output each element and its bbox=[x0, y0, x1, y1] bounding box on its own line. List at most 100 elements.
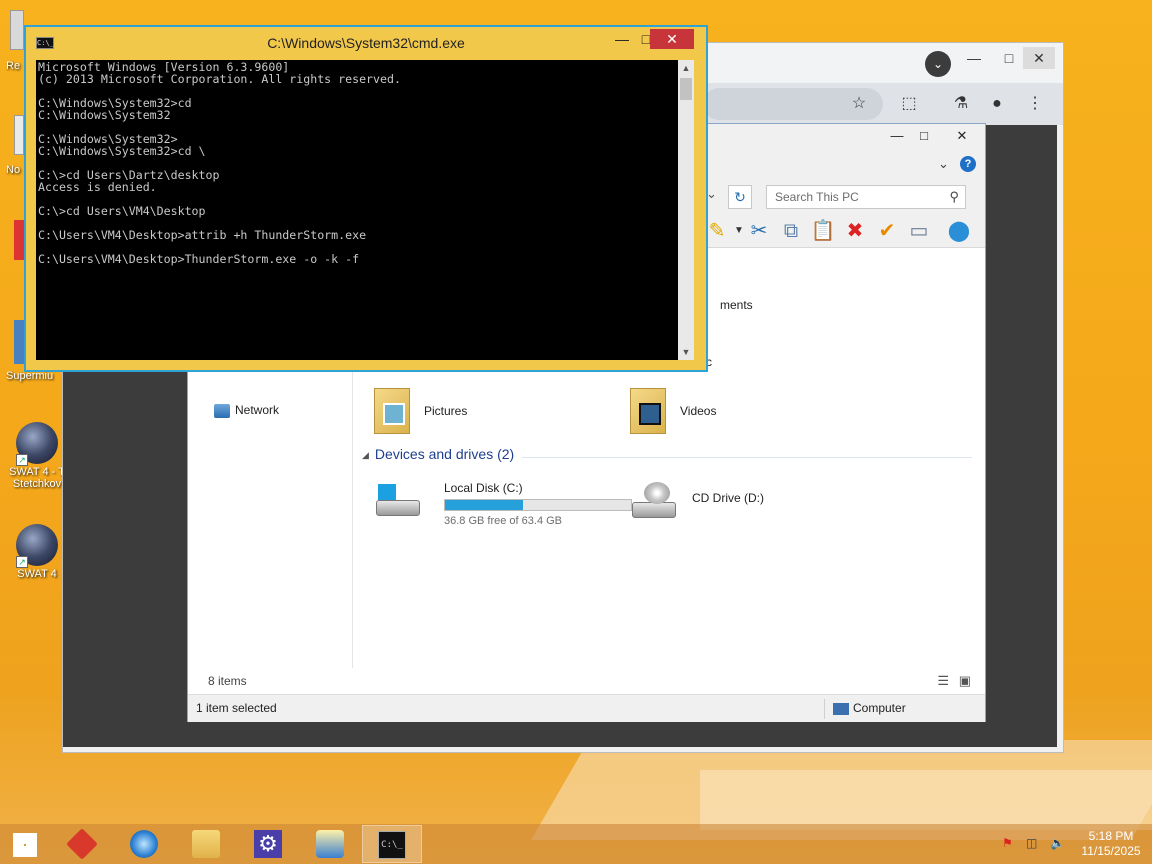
status-divider bbox=[824, 699, 825, 719]
zone-status: Computer bbox=[833, 701, 906, 715]
recycle-bin-icon[interactable] bbox=[10, 10, 24, 50]
windows-logo-icon bbox=[378, 484, 396, 500]
folder-icon bbox=[192, 830, 220, 858]
shortcut-arrow-icon: ↗ bbox=[16, 556, 28, 568]
drive-usage-bar bbox=[444, 499, 632, 511]
drive-cd-d[interactable]: CD Drive (D:) bbox=[628, 478, 828, 538]
folder-videos[interactable]: Videos bbox=[630, 388, 830, 438]
clock[interactable]: 5:18 PM 11/15/2025 bbox=[1076, 829, 1146, 859]
network-status-icon[interactable]: ◫ bbox=[1026, 836, 1044, 852]
folder-label: Pictures bbox=[424, 404, 468, 418]
paste-icon[interactable]: 📋 bbox=[810, 218, 836, 244]
browser-minimize-button[interactable]: — bbox=[958, 47, 990, 69]
network-computer-icon bbox=[316, 830, 344, 858]
cmd-window: C:\_ C:\Windows\System32\cmd.exe — □ ✕ M… bbox=[24, 25, 708, 372]
nav-item-network[interactable]: Network bbox=[214, 403, 279, 418]
pictures-folder-icon bbox=[374, 388, 410, 434]
app-icon bbox=[66, 828, 98, 860]
explorer-close-button[interactable]: ✕ bbox=[948, 126, 976, 146]
rename-icon[interactable]: ▭ bbox=[906, 218, 932, 244]
checkmark-icon[interactable]: ✔ bbox=[874, 218, 900, 244]
taskbar: ⚙ C:\_ ⚑ ◫ 🔈 5:18 PM 11/15/2025 bbox=[0, 824, 1152, 864]
computer-icon bbox=[833, 702, 849, 715]
labs-icon[interactable]: ⚗ bbox=[949, 92, 973, 116]
devices-section-header[interactable]: ◢ Devices and drives (2) bbox=[362, 446, 514, 462]
scroll-down-icon[interactable]: ▼ bbox=[678, 344, 694, 360]
items-count: 8 items bbox=[208, 674, 247, 688]
swat4-icon: ↗ bbox=[16, 524, 58, 568]
drive-local-disk-c[interactable]: Local Disk (C:) 36.8 GB free of 63.4 GB bbox=[372, 478, 652, 538]
browser-maximize-button[interactable]: □ bbox=[993, 47, 1025, 69]
cmd-titlebar: C:\_ C:\Windows\System32\cmd.exe — □ ✕ bbox=[26, 27, 706, 61]
explorer-maximize-button[interactable]: □ bbox=[910, 126, 938, 146]
taskbar-browser[interactable] bbox=[114, 825, 174, 863]
refresh-button[interactable]: ↻ bbox=[728, 185, 752, 209]
search-input[interactable]: Search This PC ⚲ bbox=[766, 185, 966, 209]
drive-usage-fill bbox=[445, 500, 524, 510]
taskbar-settings[interactable]: ⚙ bbox=[238, 825, 298, 863]
folder-label: Videos bbox=[680, 404, 717, 418]
network-icon bbox=[214, 403, 230, 418]
large-icons-view-icon[interactable]: ▣ bbox=[959, 673, 971, 688]
section-title: Devices and drives (2) bbox=[374, 446, 515, 462]
bookmark-star-icon[interactable]: ☆ bbox=[847, 92, 871, 116]
app-icon[interactable] bbox=[14, 220, 24, 260]
clock-date: 11/15/2025 bbox=[1081, 844, 1141, 858]
videos-folder-icon bbox=[630, 388, 666, 434]
account-icon[interactable]: ● bbox=[985, 92, 1009, 116]
search-placeholder: Search This PC bbox=[775, 190, 859, 204]
cmd-close-button[interactable]: ✕ bbox=[650, 29, 694, 49]
browser-menu-icon[interactable]: ⋮ bbox=[1023, 92, 1047, 116]
cmd-console[interactable]: Microsoft Windows [Version 6.3.9600] (c)… bbox=[36, 60, 678, 360]
status-bar: 1 item selected Computer bbox=[188, 694, 985, 722]
scroll-thumb[interactable] bbox=[680, 78, 692, 100]
drive-name: CD Drive (D:) bbox=[692, 491, 764, 505]
search-icon: ⚲ bbox=[949, 189, 959, 204]
taskbar-file-explorer[interactable] bbox=[176, 825, 236, 863]
wallpaper-shape bbox=[700, 770, 1152, 830]
desktop-icon-label: Re bbox=[6, 60, 21, 72]
cmd-scrollbar[interactable]: ▲ ▼ bbox=[678, 60, 694, 360]
view-buttons: ☰ ▣ bbox=[937, 673, 971, 689]
section-divider bbox=[522, 457, 972, 458]
network-drive-icon[interactable]: ⬤ bbox=[946, 218, 972, 244]
help-icon[interactable]: ? bbox=[960, 156, 976, 172]
windows-logo-icon bbox=[13, 833, 37, 857]
shortcut-arrow-icon: ↗ bbox=[16, 454, 28, 466]
notepad-icon[interactable] bbox=[14, 115, 24, 155]
taskbar-cmd[interactable]: C:\_ bbox=[362, 825, 422, 863]
swat4-icon: ↗ bbox=[16, 422, 58, 466]
ribbon-expand-icon[interactable]: ⌄ bbox=[938, 156, 949, 172]
drive-free-space: 36.8 GB free of 63.4 GB bbox=[444, 515, 563, 527]
clock-time: 5:18 PM bbox=[1088, 829, 1134, 843]
zone-label: Computer bbox=[853, 701, 906, 715]
desktop-icon-label: No bbox=[6, 164, 21, 176]
action-center-icon[interactable]: ⚑ bbox=[1002, 836, 1020, 852]
app-icon[interactable] bbox=[14, 320, 24, 364]
hard-drive-icon bbox=[372, 482, 422, 518]
console-output: Microsoft Windows [Version 6.3.9600] (c)… bbox=[38, 60, 401, 266]
extensions-icon[interactable]: ⬚ bbox=[897, 92, 921, 116]
gear-icon: ⚙ bbox=[254, 830, 282, 858]
cut-icon[interactable]: ✂ bbox=[746, 218, 772, 244]
scroll-up-icon[interactable]: ▲ bbox=[678, 60, 694, 76]
taskbar-app-1[interactable] bbox=[52, 825, 112, 863]
tab-search-button[interactable]: ⌄ bbox=[925, 51, 951, 77]
drive-name: Local Disk (C:) bbox=[444, 481, 523, 495]
collapse-triangle-icon: ◢ bbox=[362, 449, 369, 460]
copy-icon[interactable]: ⧉ bbox=[778, 218, 804, 244]
delete-icon[interactable]: ✖ bbox=[842, 218, 868, 244]
details-view-icon[interactable]: ☰ bbox=[937, 673, 949, 688]
system-tray: ⚑ ◫ 🔈 5:18 PM 11/15/2025 bbox=[992, 824, 1152, 864]
folder-pictures[interactable]: Pictures bbox=[374, 388, 574, 438]
globe-icon bbox=[130, 830, 158, 858]
selection-status: 1 item selected bbox=[196, 701, 277, 715]
volume-muted-icon[interactable]: 🔈 bbox=[1050, 836, 1068, 852]
folder-label-documents: ments bbox=[720, 298, 753, 312]
cmd-icon: C:\_ bbox=[378, 831, 406, 859]
cd-drive-icon bbox=[628, 482, 678, 520]
browser-close-button[interactable]: ✕ bbox=[1023, 47, 1055, 69]
explorer-minimize-button[interactable]: — bbox=[883, 126, 911, 146]
taskbar-app-2[interactable] bbox=[300, 825, 360, 863]
start-button[interactable] bbox=[0, 825, 50, 863]
